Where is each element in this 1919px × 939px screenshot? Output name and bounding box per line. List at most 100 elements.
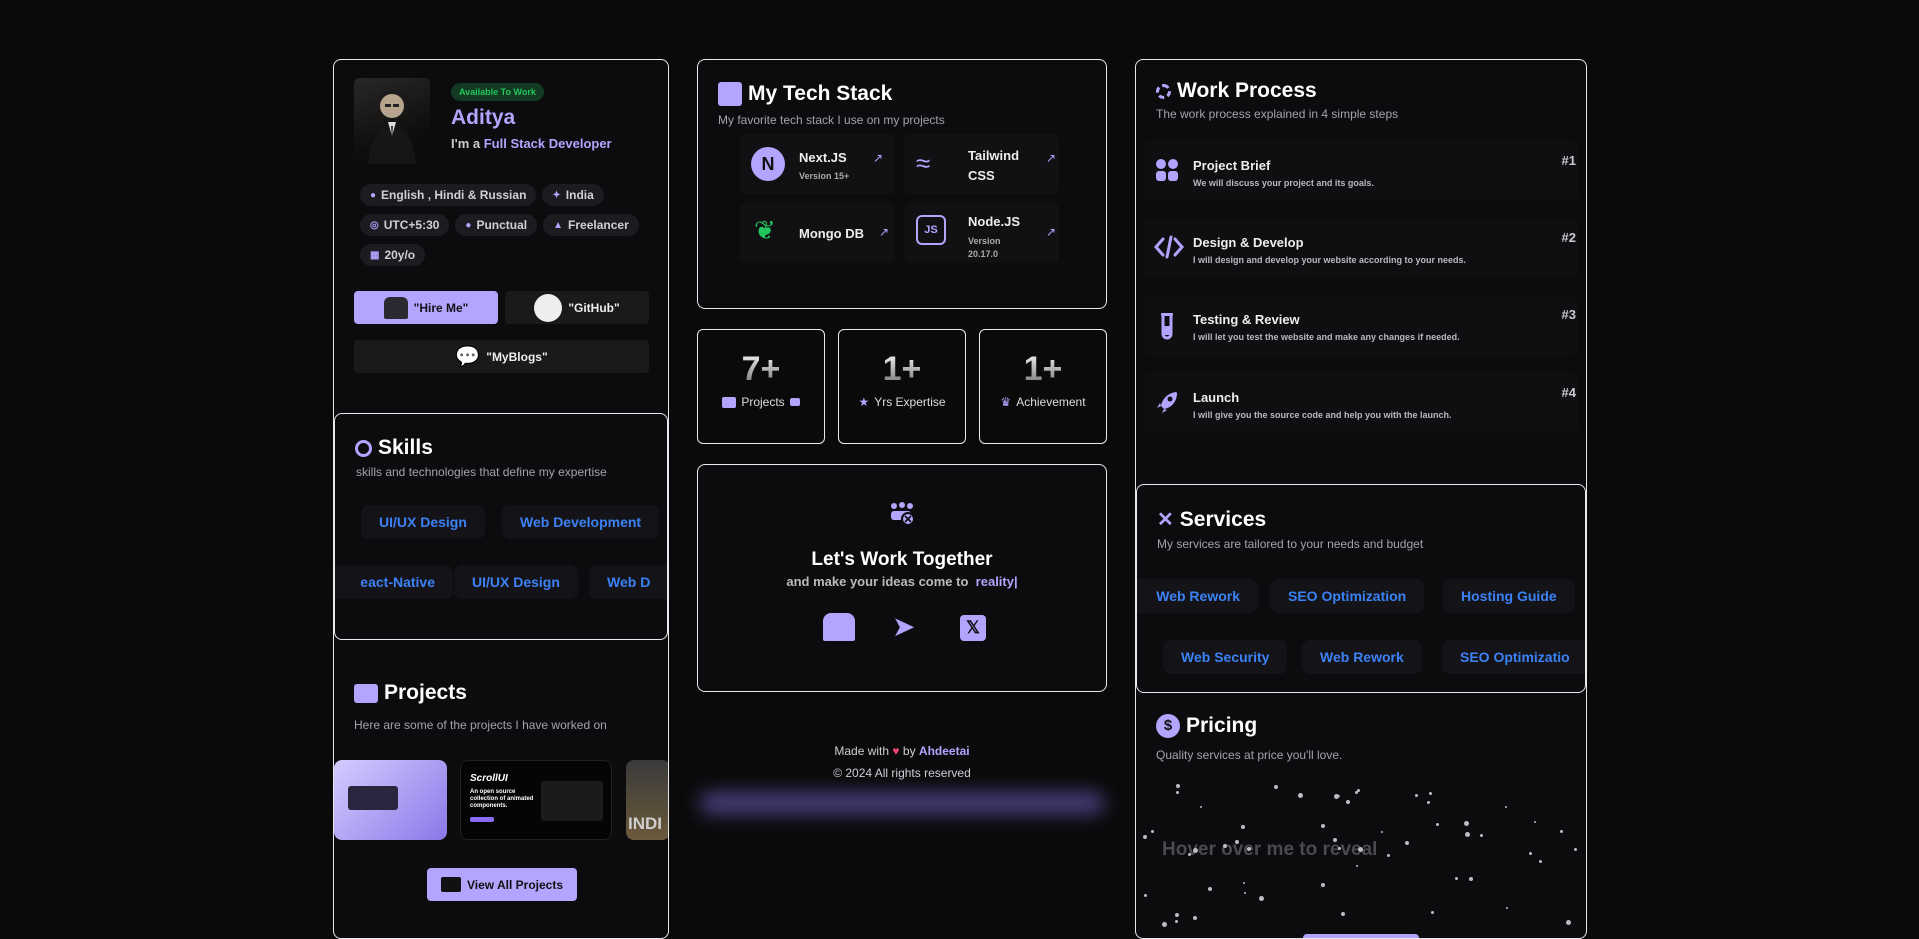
stat-achievement: 1+ ♛ Achievement (979, 329, 1107, 444)
star-dot (1465, 831, 1471, 837)
external-link-icon[interactable]: ↗ (879, 225, 889, 239)
star-dot (1427, 801, 1431, 805)
star-dot (1380, 830, 1383, 833)
chip-languages: ● English , Hindi & Russian (360, 184, 537, 206)
services-title: ✕ Services (1157, 507, 1266, 532)
tech-title: My Tech Stack (718, 82, 892, 106)
tech-item-tailwind[interactable]: ≈ Tailwind CSS ↗ (904, 134, 1059, 194)
project-thumb-3[interactable]: INDI (626, 760, 668, 840)
star-dot (1176, 791, 1180, 795)
github-button[interactable]: "GitHub" (505, 291, 649, 324)
mongodb-icon: ❦ (754, 215, 776, 245)
tech-subtitle: My favorite tech stack I use on my proje… (718, 113, 945, 127)
chip-label: India (565, 188, 594, 202)
process-step: Launch I will give you the source code a… (1144, 373, 1578, 433)
projects-title: Projects (354, 681, 467, 705)
github-icon (534, 293, 563, 322)
pricing-reveal-area[interactable]: Hover over me to reveal (1136, 777, 1586, 938)
star-dot (1560, 829, 1564, 833)
globe-icon: ◎ (370, 219, 379, 231)
skill-pill: UI/UX Design (454, 565, 578, 599)
star-dot (1468, 877, 1473, 882)
footer-made-with: Made with ♥ by Ahdeetai (697, 744, 1107, 758)
profile-name: Aditya (451, 106, 516, 129)
myblogs-label: "MyBlogs" (486, 349, 548, 364)
service-pill: Hosting Guide (1443, 579, 1575, 613)
step-number: #4 (1561, 385, 1576, 400)
star-dot (1354, 790, 1358, 794)
avatar (354, 78, 430, 164)
myblogs-button[interactable]: 💬 "MyBlogs" (354, 340, 649, 373)
star-dot (1320, 823, 1325, 828)
skill-pill: eact-Native (335, 565, 453, 599)
mailbox-contact-icon[interactable] (823, 613, 855, 641)
project-thumb-1[interactable] (334, 760, 447, 840)
stat-label: Yrs Expertise (874, 395, 946, 409)
star-dot (1464, 821, 1470, 826)
star-dot (1273, 785, 1278, 790)
code-icon (1154, 234, 1184, 260)
process-step: Design & Develop I will design and devel… (1144, 218, 1578, 278)
external-link-icon[interactable]: ↗ (873, 151, 883, 165)
process-title: Work Process (1156, 79, 1317, 103)
mailbox-icon (383, 296, 408, 319)
star-dot (1234, 840, 1239, 845)
external-link-icon[interactable]: ↗ (1046, 225, 1056, 239)
tech-item-nextjs[interactable]: N Next.JS Version 15+ ↗ (740, 134, 895, 194)
service-pill: SEO Optimization (1270, 579, 1425, 613)
step-desc: I will let you test the website and make… (1193, 332, 1460, 342)
step-desc: I will give you the source code and help… (1193, 410, 1452, 420)
external-link-icon[interactable]: ↗ (1046, 151, 1056, 165)
step-desc: I will design and develop your website a… (1193, 255, 1467, 265)
test-tube-icon (1154, 311, 1180, 340)
star-dot (1435, 823, 1439, 827)
building-icon: ▲ (553, 219, 564, 231)
star-dot (1346, 799, 1351, 804)
star-dot (1162, 921, 1168, 927)
step-number: #3 (1561, 307, 1576, 322)
people-icon (1154, 157, 1180, 183)
step-title: Project Brief (1193, 158, 1271, 173)
chip-label: Punctual (476, 218, 528, 232)
star-dot (1386, 854, 1390, 858)
stat-label: Achievement (1016, 395, 1086, 409)
stat-projects: 7+ Projects (697, 329, 825, 444)
services-title-text: Services (1179, 507, 1267, 531)
star-dot (1192, 915, 1197, 920)
contact-card: Let's Work Together and make your ideas … (697, 464, 1107, 692)
telegram-icon[interactable]: ➤ (892, 613, 915, 641)
star-icon: ★ (858, 395, 870, 409)
thumb-title: ScrollUI (470, 773, 508, 784)
tech-name: Node.JS (968, 214, 1021, 229)
tech-name: Mongo DB (799, 226, 864, 241)
star-dot (1573, 847, 1577, 851)
chip-punctual: ● Punctual (455, 214, 538, 236)
skill-pill: Web Development (502, 505, 660, 539)
user-icon: ● (465, 219, 472, 231)
star-dot (1414, 793, 1418, 797)
tech-item-nodejs[interactable]: JS Node.JS Version 20.17.0 ↗ (904, 203, 1059, 263)
project-thumb-2[interactable]: ScrollUI An open source collection of an… (460, 760, 612, 840)
github-label: "GitHub" (568, 300, 620, 315)
hire-me-button[interactable]: "Hire Me" (354, 291, 498, 324)
author-link[interactable]: Ahdeetai (919, 744, 970, 758)
star-dot (1150, 829, 1154, 833)
star-dot (1534, 820, 1537, 823)
x-twitter-icon[interactable]: 𝕏 (960, 615, 986, 641)
star-dot (1358, 846, 1364, 852)
star-dot (1193, 847, 1199, 853)
star-dot (1241, 825, 1246, 830)
team-icon (888, 501, 916, 527)
star-dot (1175, 784, 1180, 789)
projects-subtitle: Here are some of the projects I have wor… (354, 718, 607, 732)
pricing-button[interactable] (1303, 934, 1419, 938)
step-number: #2 (1561, 230, 1576, 245)
step-number: #1 (1561, 153, 1576, 168)
view-all-projects-button[interactable]: View All Projects (427, 868, 577, 901)
chip-label: UTC+5:30 (383, 218, 440, 232)
star-dot (1455, 876, 1459, 880)
tech-version: Version 20.17.0 (968, 236, 1001, 259)
tech-item-mongodb[interactable]: ❦ Mongo DB ↗ (740, 203, 895, 263)
stat-label-row: Projects (698, 395, 824, 409)
rocket-icon (1154, 389, 1180, 415)
